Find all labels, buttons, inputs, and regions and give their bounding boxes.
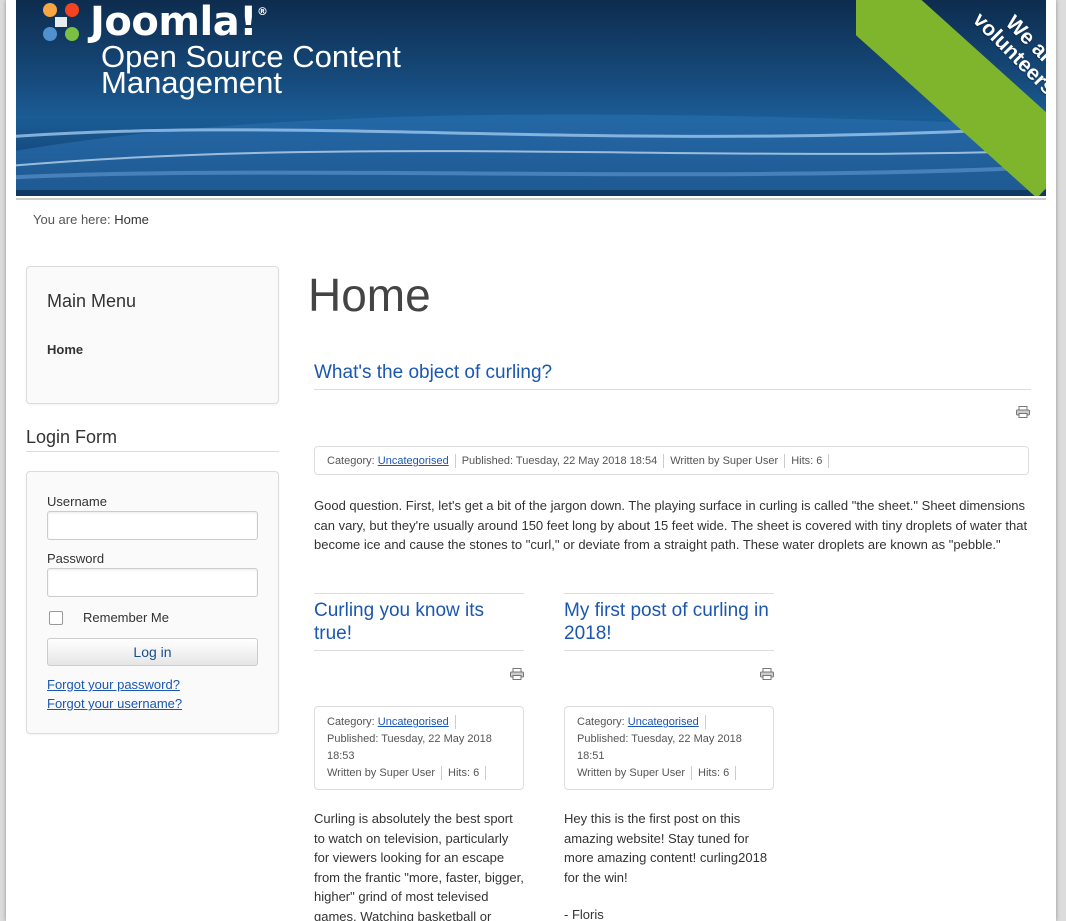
login-button[interactable]: Log in [47,638,258,666]
joomla-logo-icon [43,3,79,41]
hits: Hits: 6 [791,455,823,467]
site-header: Joomla!® Open Source Content Management … [16,0,1046,196]
article-body-0: Good question. First, let's get a bit of… [314,498,1028,552]
published-date: Published: Tuesday, 22 May 2018 [577,733,742,745]
login-title-divider [26,451,279,452]
remember-me-checkbox[interactable] [49,611,63,625]
volunteer-ribbon[interactable]: We are volunteers ! [856,0,1046,196]
article-title-divider [314,650,524,651]
category-label: Category: [327,455,375,467]
username-input[interactable] [47,511,258,540]
article-signature-2: - Floris [564,907,604,921]
password-input[interactable] [47,568,258,597]
article-top-divider [564,593,774,594]
hits: Hits: 6 [698,767,730,779]
print-icon[interactable] [510,668,524,680]
category-link[interactable]: Uncategorised [628,716,699,728]
menu-item-home[interactable]: Home [47,342,83,357]
hits: Hits: 6 [448,767,480,779]
published-date: Published: Tuesday, 22 May 2018 [327,733,492,745]
print-icon[interactable] [1016,406,1030,418]
forgot-password-link[interactable]: Forgot your password? [47,677,180,692]
published-time: 18:53 [327,750,355,762]
breadcrumb-current: Home [114,212,149,227]
site-logo[interactable]: Joomla!® [38,0,268,45]
article-body-1: Curling is absolutely the best sport to … [314,811,524,921]
login-form-module: Username Password Remember Me Log in For… [26,471,279,734]
breadcrumb: You are here: Home [33,212,149,227]
page-heading: Home [308,269,431,321]
author: Written by Super User [670,455,779,467]
article-title-1[interactable]: Curling you know its true! [314,599,524,645]
category-link[interactable]: Uncategorised [378,716,449,728]
author: Written by Super User [327,767,436,779]
main-menu-title: Main Menu [47,291,137,311]
article-top-divider [314,593,524,594]
article-title-0[interactable]: What's the object of curling? [314,361,552,384]
main-menu-module: Main Menu Home [26,266,279,404]
print-icon[interactable] [760,668,774,680]
published-date: Published: Tuesday, 22 May 2018 18:54 [461,455,658,467]
site-title[interactable]: Open Source Content Management [101,41,481,98]
article-info-0: Category: Uncategorised Published: Tuesda… [314,446,1029,475]
header-divider [16,198,1046,200]
login-form-title: Login Form [26,427,118,447]
password-label: Password [47,551,105,566]
author: Written by Super User [577,767,686,779]
breadcrumb-prefix: You are here: [33,212,111,227]
article-info-2: Category: Uncategorised Published: Tuesd… [564,706,774,790]
forgot-username-link[interactable]: Forgot your username? [47,696,182,711]
remember-me-label: Remember Me [83,610,169,625]
category-link[interactable]: Uncategorised [378,455,449,467]
category-label: Category: [327,716,375,728]
page: Joomla!® Open Source Content Management … [6,0,1056,921]
article-title-divider [314,389,1031,390]
article-info-1: Category: Uncategorised Published: Tuesd… [314,706,524,790]
username-label: Username [47,494,107,509]
category-label: Category: [577,716,625,728]
article-title-2[interactable]: My first post of curling in 2018! [564,599,776,645]
article-title-divider [564,650,774,651]
published-time: 18:51 [577,750,605,762]
article-body-2: Hey this is the first post on this amazi… [564,811,768,885]
